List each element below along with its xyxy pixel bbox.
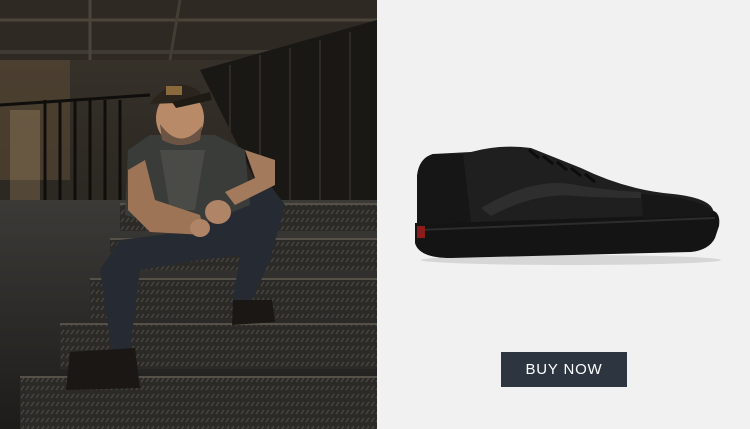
sneaker-icon [415, 146, 721, 265]
lifestyle-photo [0, 0, 377, 429]
buy-now-label: BUY NOW [525, 361, 603, 378]
product-banner: BUY NOW [0, 0, 750, 429]
buy-now-button[interactable]: BUY NOW [501, 352, 627, 387]
man-on-stairs-image [0, 0, 377, 429]
product-panel: BUY NOW [377, 0, 750, 429]
